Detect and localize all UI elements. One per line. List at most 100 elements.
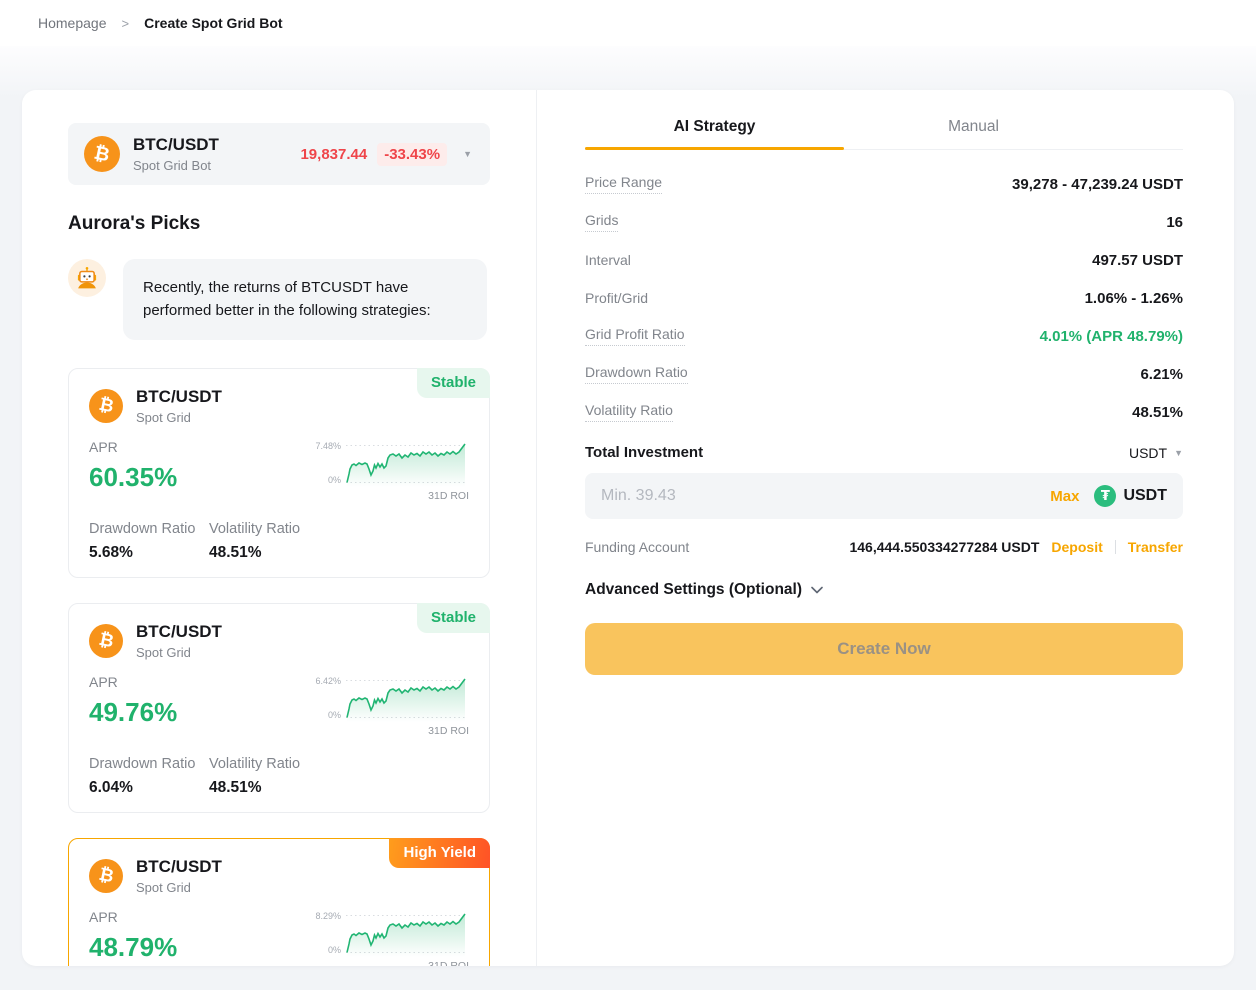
- chart-caption: 31D ROI: [309, 960, 469, 967]
- strategy-card-stable-2[interactable]: Stable ₿ BTC/USDT Spot Grid APR 49.76% 6…: [68, 603, 490, 813]
- strategy-parameters: Price Range 39,278 - 47,239.24 USDT Grid…: [585, 165, 1183, 431]
- param-label: Drawdown Ratio: [585, 364, 688, 384]
- roi-sparkline-chart: 7.48% 0% 31D ROI: [309, 441, 469, 502]
- tab-manual[interactable]: Manual: [844, 104, 1103, 149]
- param-row-grid-profit-ratio: Grid Profit Ratio 4.01% (APR 48.79%): [585, 317, 1183, 355]
- currency-selector[interactable]: USDT ▼: [1129, 445, 1183, 461]
- card-pair-subtitle: Spot Grid: [136, 410, 222, 425]
- param-value: 4.01% (APR 48.79%): [1040, 328, 1183, 345]
- advanced-settings-toggle[interactable]: Advanced Settings (Optional): [585, 581, 1183, 599]
- apr-label: APR: [89, 439, 177, 455]
- drawdown-value: 5.68%: [89, 544, 209, 562]
- breadcrumb-separator: >: [122, 16, 130, 31]
- max-button[interactable]: Max: [1050, 488, 1079, 505]
- param-label: Price Range: [585, 174, 662, 194]
- page-title: Create Spot Grid Bot: [144, 15, 282, 31]
- drawdown-label: Drawdown Ratio: [89, 521, 209, 537]
- chart-min-label: 0%: [309, 945, 341, 955]
- param-value: 6.21%: [1140, 366, 1183, 383]
- strategy-card-high-yield[interactable]: High Yield ₿ BTC/USDT Spot Grid APR 48.7…: [68, 838, 490, 967]
- roi-sparkline-chart: 8.29% 0% 31D ROI: [309, 911, 469, 967]
- main-panel: ₿ BTC/USDT Spot Grid Bot 19,837.44 -33.4…: [22, 90, 1234, 966]
- btc-icon: ₿: [84, 136, 120, 172]
- chart-max-label: 7.48%: [309, 441, 341, 451]
- param-row-price-range: Price Range 39,278 - 47,239.24 USDT: [585, 165, 1183, 203]
- stable-badge: Stable: [417, 368, 490, 398]
- card-pair-name: BTC/USDT: [136, 387, 222, 407]
- pair-selector[interactable]: ₿ BTC/USDT Spot Grid Bot 19,837.44 -33.4…: [68, 123, 490, 185]
- param-row-profit-grid: Profit/Grid 1.06% - 1.26%: [585, 279, 1183, 317]
- param-value: 1.06% - 1.26%: [1085, 290, 1183, 307]
- sparkline-svg: [345, 441, 467, 487]
- chart-max-label: 8.29%: [309, 911, 341, 921]
- currency-selected: USDT: [1129, 445, 1167, 461]
- param-value: 39,278 - 47,239.24 USDT: [1012, 176, 1183, 193]
- create-now-button[interactable]: Create Now: [585, 623, 1183, 675]
- param-row-drawdown-ratio: Drawdown Ratio 6.21%: [585, 355, 1183, 393]
- investment-unit: USDT: [1123, 487, 1167, 505]
- tab-ai-strategy[interactable]: AI Strategy: [585, 104, 844, 149]
- picks-title: Aurora's Picks: [68, 213, 490, 235]
- funding-account-label: Funding Account: [585, 539, 689, 555]
- chevron-down-icon: ▼: [1174, 448, 1183, 458]
- param-row-grids: Grids 16: [585, 203, 1183, 241]
- pair-subtitle: Spot Grid Bot: [133, 158, 219, 173]
- chart-caption: 31D ROI: [309, 725, 469, 737]
- strategy-card-stable-1[interactable]: Stable ₿ BTC/USDT Spot Grid APR 60.35% 7…: [68, 368, 490, 578]
- param-label: Grids: [585, 212, 618, 232]
- pair-name: BTC/USDT: [133, 135, 219, 155]
- card-pair-subtitle: Spot Grid: [136, 645, 222, 660]
- param-value: 497.57 USDT: [1092, 252, 1183, 269]
- sparkline-svg: [345, 911, 467, 957]
- robot-icon: [68, 259, 106, 297]
- high-yield-badge: High Yield: [389, 838, 490, 868]
- param-value: 48.51%: [1132, 404, 1183, 421]
- strategy-tabs: AI Strategy Manual: [585, 104, 1183, 150]
- param-row-volatility-ratio: Volatility Ratio 48.51%: [585, 393, 1183, 431]
- transfer-link[interactable]: Transfer: [1128, 539, 1183, 555]
- breadcrumb: Homepage > Create Spot Grid Bot: [0, 0, 1256, 46]
- btc-icon: ₿: [89, 624, 123, 658]
- btc-icon: ₿: [89, 859, 123, 893]
- chevron-down-icon[interactable]: ▼: [463, 149, 472, 159]
- volatility-label: Volatility Ratio: [209, 756, 300, 772]
- investment-input-box: Max ₮ USDT: [585, 473, 1183, 519]
- param-row-interval: Interval 497.57 USDT: [585, 241, 1183, 279]
- card-pair-name: BTC/USDT: [136, 622, 222, 642]
- volatility-value: 48.51%: [209, 544, 300, 562]
- funding-balance: 146,444.550334277284 USDT: [849, 539, 1039, 555]
- advisor-message-row: Recently, the returns of BTCUSDT have pe…: [68, 259, 490, 340]
- param-label: Profit/Grid: [585, 290, 648, 306]
- volatility-label: Volatility Ratio: [209, 521, 300, 537]
- apr-value: 48.79%: [89, 932, 177, 963]
- strategy-config-panel: AI Strategy Manual Price Range 39,278 - …: [537, 90, 1234, 966]
- param-value: 16: [1166, 214, 1183, 231]
- apr-value: 49.76%: [89, 697, 177, 728]
- pair-price: 19,837.44: [300, 146, 367, 163]
- investment-amount-input[interactable]: [601, 487, 1050, 505]
- stable-badge: Stable: [417, 603, 490, 633]
- advisor-message: Recently, the returns of BTCUSDT have pe…: [123, 259, 487, 340]
- breadcrumb-homepage-link[interactable]: Homepage: [38, 15, 107, 31]
- param-label: Volatility Ratio: [585, 402, 673, 422]
- volatility-value: 48.51%: [209, 779, 300, 797]
- chart-max-label: 6.42%: [309, 676, 341, 686]
- drawdown-label: Drawdown Ratio: [89, 756, 209, 772]
- apr-value: 60.35%: [89, 462, 177, 493]
- card-pair-subtitle: Spot Grid: [136, 880, 222, 895]
- left-column: ₿ BTC/USDT Spot Grid Bot 19,837.44 -33.4…: [22, 90, 537, 966]
- deposit-link[interactable]: Deposit: [1051, 539, 1102, 555]
- param-label: Grid Profit Ratio: [585, 326, 685, 346]
- usdt-tether-icon: ₮: [1094, 485, 1116, 507]
- chart-min-label: 0%: [309, 710, 341, 720]
- drawdown-value: 6.04%: [89, 779, 209, 797]
- apr-label: APR: [89, 909, 177, 925]
- sparkline-svg: [345, 676, 467, 722]
- advanced-settings-label: Advanced Settings (Optional): [585, 581, 802, 599]
- pair-change-badge: -33.43%: [377, 143, 447, 166]
- total-investment-label: Total Investment: [585, 444, 703, 461]
- chart-min-label: 0%: [309, 475, 341, 485]
- apr-label: APR: [89, 674, 177, 690]
- chart-caption: 31D ROI: [309, 490, 469, 502]
- divider: [1115, 540, 1116, 554]
